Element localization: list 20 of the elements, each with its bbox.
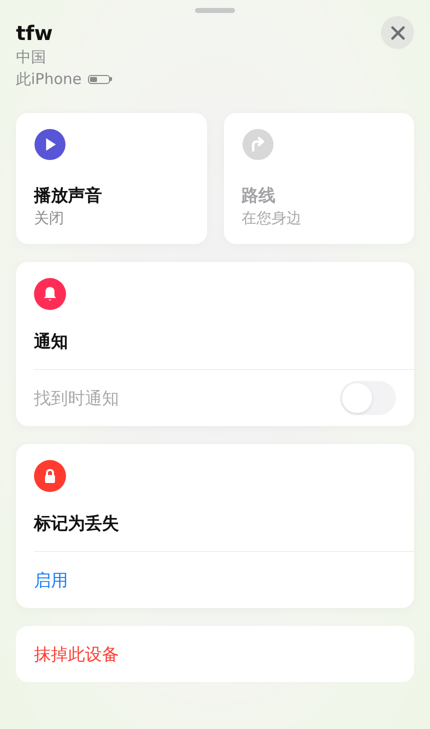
- enable-link[interactable]: 启用: [34, 568, 68, 592]
- action-subtitle: 关闭: [34, 209, 65, 228]
- close-icon: [390, 26, 404, 40]
- action-title: 播放声音: [34, 185, 103, 207]
- close-button[interactable]: [381, 16, 414, 49]
- action-subtitle: 在您身边: [242, 209, 302, 228]
- device-owner: 此iPhone: [16, 69, 82, 89]
- notify-when-found-label: 找到时通知: [34, 388, 119, 410]
- device-name: tfw: [16, 21, 54, 45]
- lock-icon: [34, 460, 66, 492]
- play-icon: [34, 129, 66, 160]
- bell-icon: [34, 278, 66, 310]
- device-location: 中国: [16, 47, 47, 67]
- lost-mode-title: 标记为丢失: [34, 513, 120, 535]
- grabber-handle[interactable]: [195, 8, 235, 13]
- action-tile[interactable]: 播放声音 关闭: [16, 113, 206, 244]
- notifications-title: 通知: [34, 331, 69, 353]
- action-title: 路线: [242, 185, 276, 207]
- battery-icon: [88, 74, 112, 84]
- erase-device-button[interactable]: 抹掉此设备: [34, 642, 119, 666]
